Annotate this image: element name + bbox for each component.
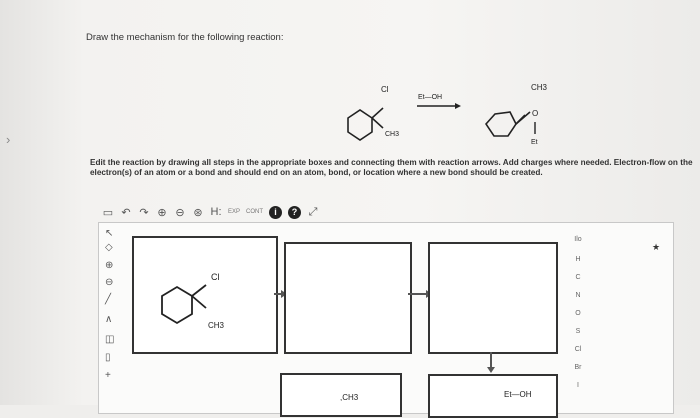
element-c[interactable]: C (568, 274, 588, 281)
reactant-cl-label: Cl (381, 85, 389, 94)
element-h[interactable]: H (568, 256, 588, 263)
plus-icon[interactable]: + (105, 370, 111, 381)
reaction-scheme: Cl CH3 Et—OH CH3 O Et (347, 83, 548, 146)
reactant-molecule: Cl CH3 (347, 85, 399, 141)
undo-icon[interactable]: ↶ (120, 206, 132, 219)
ring-icon[interactable]: ◫ (105, 334, 114, 345)
info-icon[interactable]: i (269, 205, 283, 219)
eraser-icon[interactable]: ◇ (105, 242, 113, 253)
chain-icon[interactable]: ∧ (105, 314, 112, 325)
product-molecule: CH3 O Et (484, 83, 548, 146)
product-et-label: Et (531, 139, 538, 146)
product-o-label: O (532, 109, 538, 118)
reactant-methyl-label: CH3 (385, 131, 399, 138)
select-arrow-icon[interactable]: ↖ (105, 228, 113, 239)
bond-icon[interactable]: ╱ (105, 294, 111, 305)
help-icon[interactable]: ? (288, 205, 302, 219)
left-toolbar: ↖ ◇ ⊕ ⊖ ╱ ∧ ◫ ▯ + (102, 224, 122, 405)
plus-charge-icon[interactable]: ⊕ (105, 260, 113, 271)
template-icon[interactable]: ▯ (105, 352, 111, 363)
chevron-right-icon[interactable]: › (6, 132, 10, 147)
connector-arrow-down[interactable] (487, 352, 495, 373)
question-prompt: Draw the mechanism for the following rea… (86, 32, 284, 43)
product-methyl-label: CH3 (531, 83, 548, 92)
connector-arrow-1[interactable] (274, 290, 287, 298)
editor-toolbar: ▭ ↶ ↷ ⊕ ⊖ ⊛ H: EXP CONT i ? ⤢ (102, 202, 482, 222)
element-i[interactable]: I (568, 382, 588, 389)
step-box-4[interactable]: ,CH3 (280, 373, 402, 417)
element-o[interactable]: O (568, 310, 588, 317)
screenshot-page: › Draw the mechanism for the following r… (0, 0, 700, 418)
box1-methyl-label: CH3 (208, 321, 225, 330)
reagent-label: Et—OH (418, 94, 442, 101)
element-panel: Ilo H C N O S Cl Br I (568, 236, 588, 396)
box1-molecule: Cl CH3 (161, 272, 225, 330)
h-lonepair-icon[interactable]: H: (210, 206, 222, 218)
new-icon[interactable]: ▭ (102, 206, 114, 219)
exp-icon[interactable]: EXP (228, 209, 240, 215)
step-box-5[interactable]: Et—OH (428, 374, 558, 418)
bottom-right-reagent-label: Et—OH (504, 390, 532, 399)
redo-icon[interactable]: ↷ (138, 206, 150, 219)
instructions-text: Edit the reaction by drawing all steps i… (90, 158, 693, 177)
box1-cl-label: Cl (211, 272, 220, 282)
bottom-left-methyl-label: ,CH3 (340, 393, 359, 402)
minus-charge-icon[interactable]: ⊖ (105, 277, 113, 288)
cont-icon[interactable]: CONT (246, 209, 263, 215)
element-panel-header: Ilo (574, 236, 582, 243)
star-icon[interactable]: ★ (652, 242, 660, 253)
zoom-reset-icon[interactable]: ⊛ (192, 206, 204, 219)
element-cl[interactable]: Cl (568, 346, 588, 353)
step-box-2[interactable] (284, 242, 412, 354)
element-n[interactable]: N (568, 292, 588, 299)
step-box-1[interactable]: Cl CH3 (132, 236, 278, 354)
element-s[interactable]: S (568, 328, 588, 335)
step-box-3[interactable] (428, 242, 558, 354)
zoom-out-icon[interactable]: ⊖ (174, 206, 186, 219)
zoom-in-icon[interactable]: ⊕ (156, 206, 168, 219)
element-br[interactable]: Br (568, 364, 588, 371)
expand-icon[interactable]: ⤢ (307, 206, 319, 219)
connector-arrow-2[interactable] (408, 290, 432, 298)
